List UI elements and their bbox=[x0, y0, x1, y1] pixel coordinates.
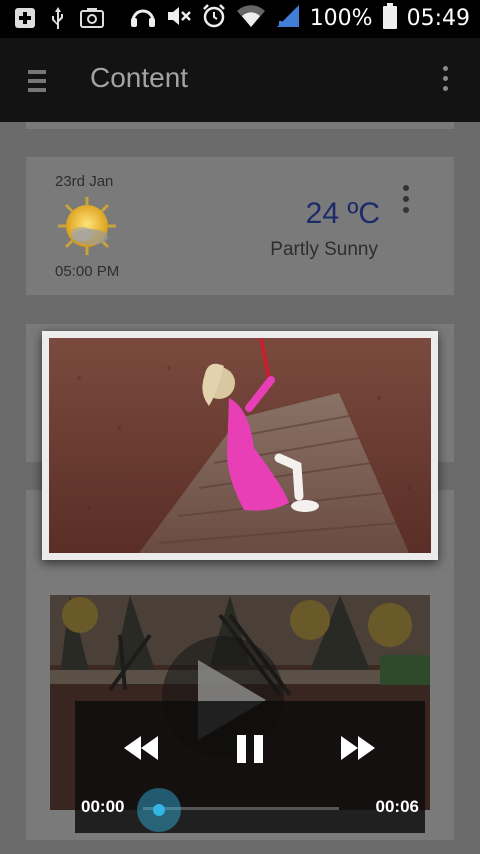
wifi-icon bbox=[236, 4, 266, 33]
rewind-icon[interactable] bbox=[123, 735, 159, 761]
card-partial bbox=[26, 122, 454, 130]
action-bar: Content bbox=[0, 38, 480, 122]
usb-icon bbox=[50, 6, 66, 35]
weather-condition: Partly Sunny bbox=[270, 239, 378, 260]
weather-time: 05:00 PM bbox=[55, 263, 120, 280]
battery-icon bbox=[382, 3, 397, 34]
seek-thumb[interactable] bbox=[153, 804, 165, 816]
headphones-icon bbox=[130, 4, 156, 33]
current-time: 00:00 bbox=[81, 797, 125, 816]
card-overflow-icon[interactable] bbox=[403, 185, 409, 215]
status-bar: 100% 05:49 bbox=[0, 0, 480, 38]
system-icons: 100% 05:49 bbox=[130, 3, 470, 34]
photo-popup[interactable] bbox=[42, 331, 438, 560]
overflow-menu-icon[interactable] bbox=[442, 66, 450, 94]
clock: 05:49 bbox=[406, 6, 470, 31]
add-icon bbox=[14, 7, 36, 34]
signal-icon bbox=[276, 4, 300, 33]
alarm-icon bbox=[202, 4, 226, 33]
media-controls: 00:00 00:06 bbox=[75, 701, 425, 833]
partly-sunny-icon bbox=[56, 195, 118, 257]
page-title: Content bbox=[90, 62, 189, 93]
weather-date: 23rd Jan bbox=[55, 173, 114, 190]
pause-icon[interactable] bbox=[236, 734, 264, 764]
mute-icon bbox=[166, 5, 192, 32]
photo-thumbnail[interactable] bbox=[49, 338, 431, 553]
weather-card[interactable]: 23rd Jan 05:00 PM 24 ºC Partly Sunny bbox=[26, 157, 454, 295]
hamburger-icon[interactable] bbox=[28, 70, 46, 92]
fast-forward-icon[interactable] bbox=[340, 735, 376, 761]
temperature: 24 ºC bbox=[305, 197, 380, 230]
screenshot-icon bbox=[80, 7, 104, 34]
notification-icons bbox=[14, 6, 104, 35]
duration: 00:06 bbox=[375, 797, 419, 816]
battery-percent: 100% bbox=[309, 6, 373, 31]
